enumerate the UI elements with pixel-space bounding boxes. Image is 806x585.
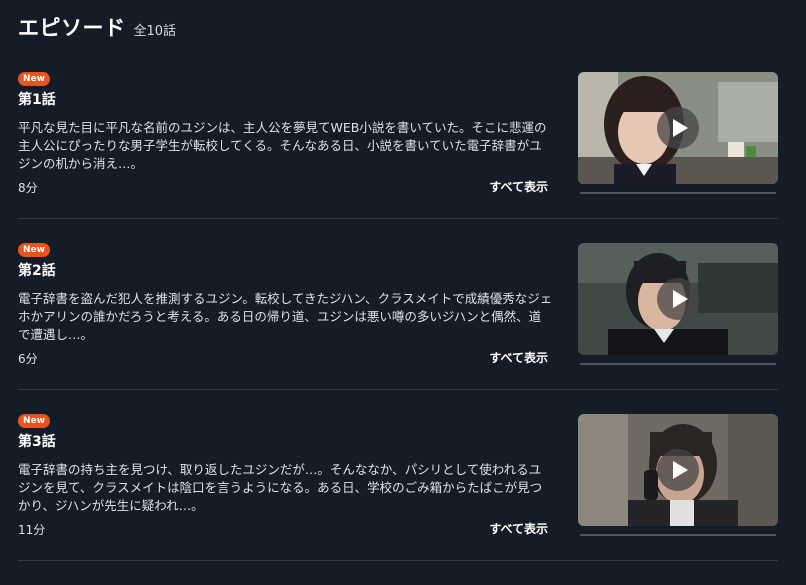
play-icon	[673, 290, 688, 308]
episode-thumbnail[interactable]	[578, 243, 778, 355]
episode-thumbnail[interactable]	[578, 72, 778, 184]
play-button[interactable]	[657, 278, 699, 320]
episode-duration: 6分	[18, 352, 38, 366]
episode-thumbnail[interactable]	[578, 414, 778, 526]
divider	[18, 560, 778, 561]
watch-progress-bar	[580, 534, 776, 536]
episode-duration: 8分	[18, 181, 38, 195]
watch-progress-bar	[580, 363, 776, 365]
new-badge: New	[18, 414, 50, 428]
play-button[interactable]	[657, 107, 699, 149]
episode-item-2: New 第2話 電子辞書を盗んだ犯人を推測するユジン。転校してきたジハン、クラス…	[0, 243, 806, 414]
episode-duration: 11分	[18, 523, 46, 537]
show-all-button[interactable]: すべて表示	[489, 349, 548, 366]
watch-progress-bar	[580, 192, 776, 194]
episode-title[interactable]: 第2話	[18, 260, 56, 280]
section-title: エピソード	[18, 16, 126, 40]
show-all-button[interactable]: すべて表示	[489, 520, 548, 537]
play-icon	[673, 461, 688, 479]
episode-item-3: New 第3話 電子辞書の持ち主を見つけ、取り返したユジンだが…。そんななか、パ…	[0, 414, 806, 585]
episode-count: 全10話	[133, 24, 177, 39]
play-button[interactable]	[657, 449, 699, 491]
episode-description: 電子辞書の持ち主を見つけ、取り返したユジンだが…。そんななか、パシリとして使われ…	[18, 462, 543, 513]
new-badge: New	[18, 243, 50, 257]
episode-description: 平凡な見た目に平凡な名前のユジンは、主人公を夢見てWEB小説を書いていた。そこに…	[18, 120, 547, 171]
episode-description: 電子辞書を盗んだ犯人を推測するユジン。転校してきたジハン、クラスメイトで成績優秀…	[18, 291, 553, 342]
episode-title[interactable]: 第1話	[18, 89, 56, 109]
divider	[18, 389, 778, 390]
episode-title[interactable]: 第3話	[18, 431, 56, 451]
new-badge: New	[18, 72, 50, 86]
play-icon	[673, 119, 688, 137]
episode-item-1: New 第1話 平凡な見た目に平凡な名前のユジンは、主人公を夢見てWEB小説を書…	[0, 72, 806, 243]
episodes-header: エピソード 全10話	[18, 12, 176, 42]
show-all-button[interactable]: すべて表示	[489, 178, 548, 195]
divider	[18, 218, 778, 219]
